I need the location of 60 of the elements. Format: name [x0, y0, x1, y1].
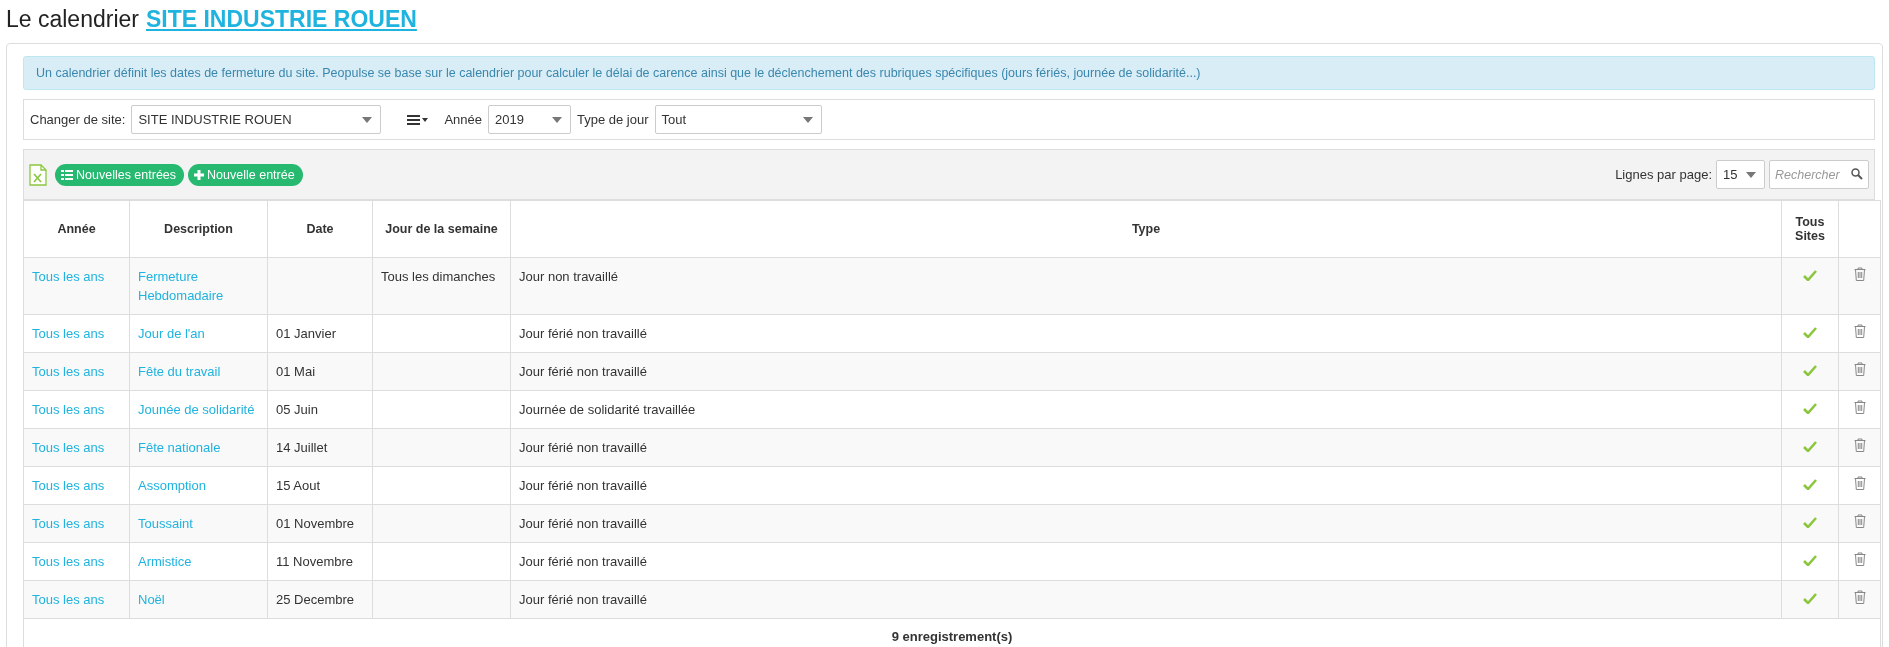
column-header: Jour de la semaine — [372, 200, 511, 258]
type-cell: Jour férié non travaillé — [519, 364, 647, 379]
column-header: Date — [267, 200, 373, 258]
trash-icon[interactable] — [1853, 552, 1866, 566]
spreadsheet-export-icon[interactable] — [29, 163, 47, 186]
caret-icon — [552, 116, 562, 123]
type-cell: Jour férié non travaillé — [519, 554, 647, 569]
day-type-label: Type de jour — [577, 112, 649, 127]
year-label: Année — [444, 112, 482, 127]
menu-icon — [407, 114, 429, 125]
trash-icon[interactable] — [1853, 476, 1866, 490]
trash-icon[interactable] — [1853, 400, 1866, 414]
trash-icon[interactable] — [1853, 590, 1866, 604]
date-cell: 11 Novembre — [276, 554, 354, 569]
weekday-cell: Tous les dimanches — [381, 269, 496, 284]
date-cell: 01 Janvier — [276, 326, 336, 341]
record-count: 9 enregistrement(s) — [23, 618, 1881, 647]
new-entry-button[interactable]: Nouvelle entrée — [188, 163, 303, 186]
search-icon — [1851, 168, 1863, 180]
column-header: Description — [129, 200, 268, 258]
description-link[interactable]: Noël — [138, 590, 165, 609]
trash-icon[interactable] — [1853, 324, 1866, 338]
trash-icon[interactable] — [1853, 362, 1866, 376]
caret-icon — [802, 116, 813, 123]
info-message: Un calendrier définit les dates de fermeture du site. Peopulse se base sur le calendrier pour calculer le délai de carence ainsi que le déclenchement des rubriques spécifiques (jours fériés, journée de solidarité...) — [23, 56, 1875, 90]
caret-icon — [1746, 171, 1756, 178]
site-link[interactable]: SITE INDUSTRIE ROUEN — [145, 6, 417, 33]
day-type-select[interactable]: Tout — [654, 105, 822, 134]
rows-per-page-label: Lignes par page: — [1615, 167, 1712, 182]
list-icon — [61, 169, 73, 180]
type-cell: Jour férié non travaillé — [519, 478, 647, 493]
trash-icon[interactable] — [1853, 438, 1866, 452]
date-cell: 01 Mai — [276, 364, 316, 379]
site-select[interactable]: SITE INDUSTRIE ROUEN — [131, 105, 382, 134]
rows-per-page-select[interactable]: 15 — [1716, 160, 1765, 189]
new-entries-button[interactable]: Nouvelles entrées — [55, 163, 185, 186]
year-select[interactable]: 2019 — [488, 105, 571, 134]
date-cell: 05 Juin — [276, 402, 318, 417]
caret-icon — [362, 116, 373, 123]
site-label: Changer de site: — [30, 112, 126, 127]
plus-icon — [194, 169, 205, 180]
column-header: Année — [23, 200, 130, 258]
trash-icon[interactable] — [1853, 267, 1866, 281]
column-header: Type — [510, 200, 1782, 258]
type-cell: Jour férié non travaillé — [519, 326, 647, 341]
type-cell: Journée de solidarité travaillée — [519, 402, 696, 417]
type-cell: Jour férié non travaillé — [519, 440, 647, 455]
description-link[interactable]: Toussaint — [138, 514, 193, 533]
date-cell: 14 Juillet — [276, 440, 328, 455]
search-field[interactable]: Rechercher — [1769, 160, 1869, 189]
date-cell: 25 Decembre — [276, 592, 355, 607]
type-cell: Jour férié non travaillé — [519, 516, 647, 531]
trash-icon[interactable] — [1853, 514, 1866, 528]
type-cell: Jour férié non travaillé — [519, 592, 647, 607]
page-title: Le calendrier — [6, 6, 139, 33]
date-cell: 15 Aout — [276, 478, 321, 493]
description-link[interactable]: Armistice — [138, 552, 192, 571]
date-cell: 01 Novembre — [276, 516, 355, 531]
type-cell: Jour non travaillé — [519, 269, 618, 284]
column-header: Tous Sites — [1781, 200, 1839, 258]
